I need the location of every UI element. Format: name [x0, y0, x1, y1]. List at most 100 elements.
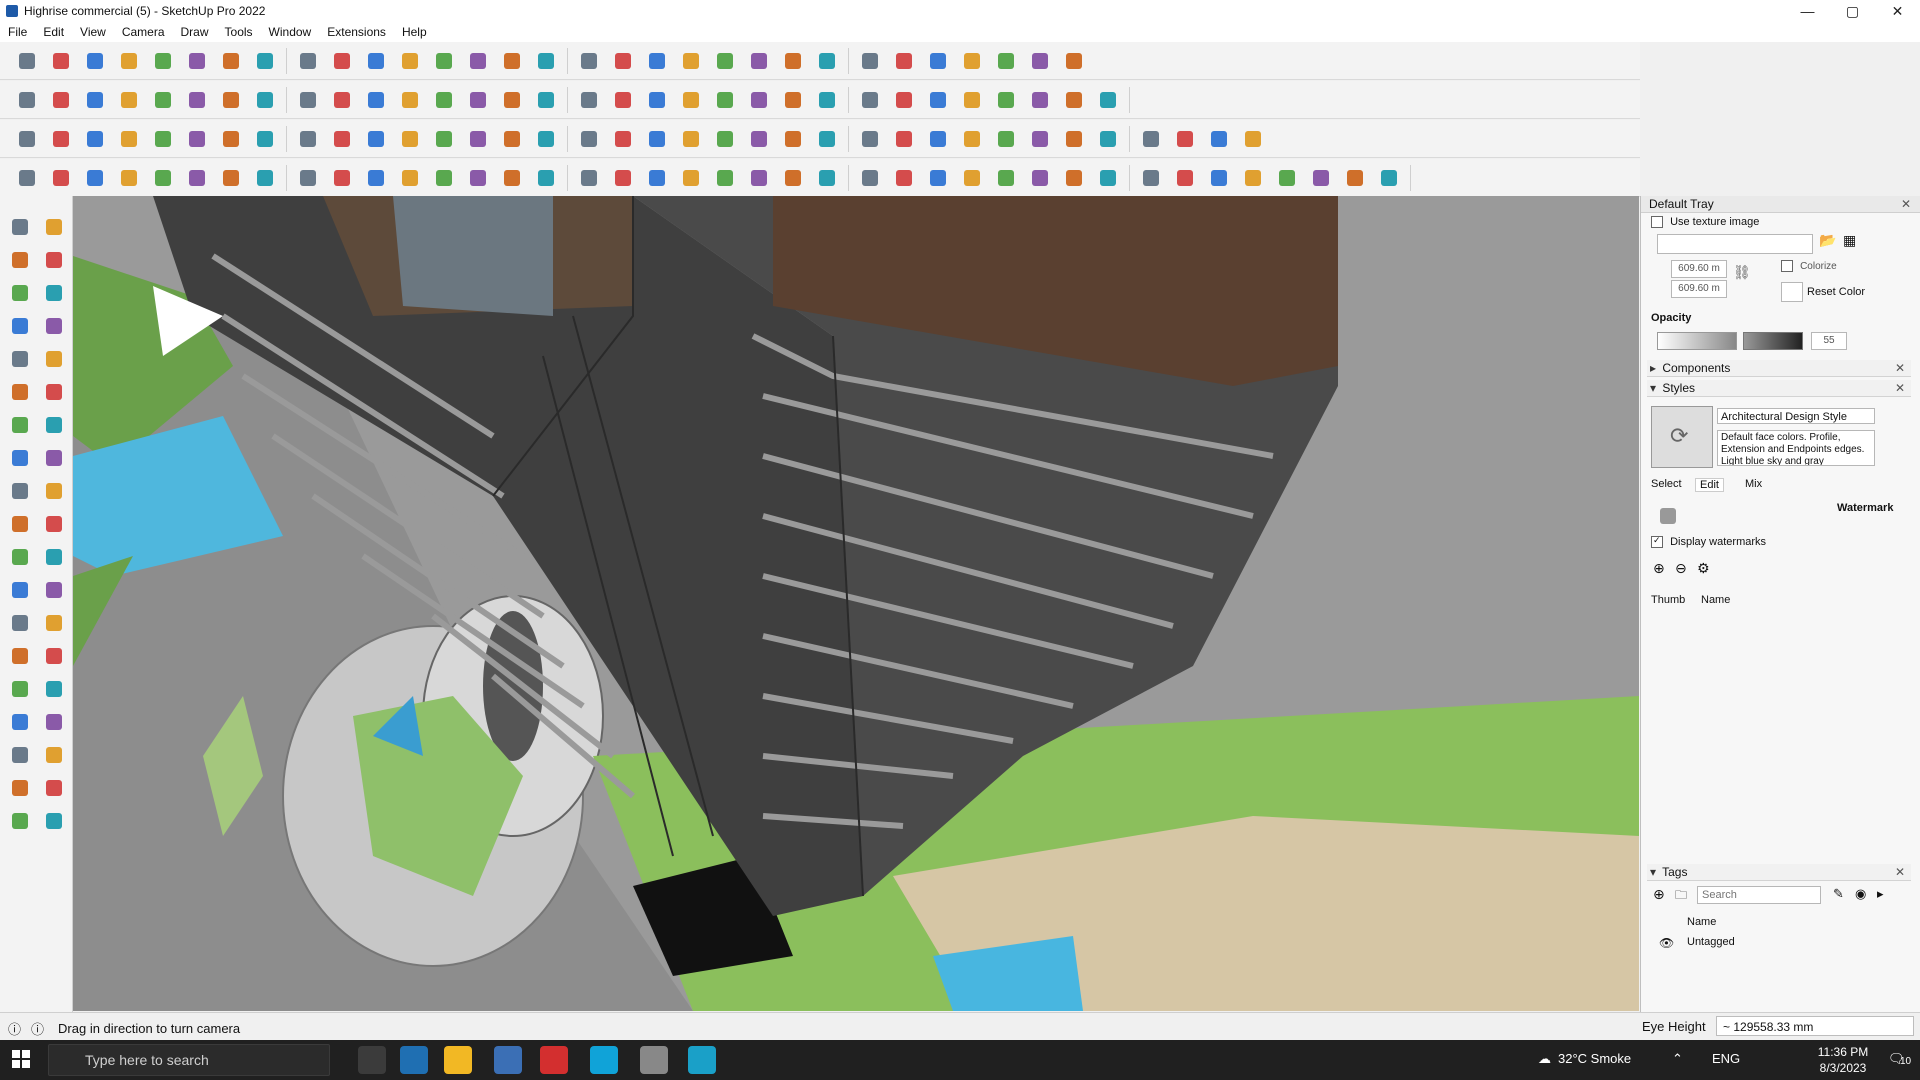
tab-mix[interactable]: Mix — [1745, 478, 1762, 490]
look-around-icon[interactable] — [40, 708, 68, 736]
fold-17-icon[interactable] — [1273, 164, 1301, 192]
fold-19-icon[interactable] — [1341, 164, 1369, 192]
styles-panel-header[interactable]: ▾ Styles ✕ — [1647, 380, 1911, 397]
close-button[interactable]: ✕ — [1875, 0, 1920, 22]
line-1-icon[interactable] — [328, 164, 356, 192]
maximize-button[interactable]: ▢ — [1830, 0, 1875, 22]
house-1-icon[interactable] — [643, 86, 671, 114]
ribs-2-icon[interactable] — [575, 164, 603, 192]
menu-edit[interactable]: Edit — [35, 22, 72, 42]
push-pull-icon[interactable] — [217, 47, 245, 75]
section-plane-icon[interactable] — [464, 47, 492, 75]
texture-sample-icon[interactable]: ▦ — [1843, 232, 1856, 249]
tag-untagged[interactable]: Untagged — [1687, 936, 1735, 948]
follow-me-icon[interactable] — [251, 47, 279, 75]
taskbar-search[interactable]: Type here to search — [48, 1044, 330, 1076]
user-icon[interactable] — [779, 47, 807, 75]
layer-blue2-icon[interactable] — [47, 125, 75, 153]
eye-icon[interactable]: 👁 — [1659, 936, 1674, 950]
eraser-icon[interactable] — [40, 213, 68, 241]
arrow-left-icon[interactable] — [362, 86, 390, 114]
fold-14-icon[interactable] — [1171, 164, 1199, 192]
walk-icon[interactable] — [6, 708, 34, 736]
orange-curve-icon[interactable] — [217, 125, 245, 153]
house-5-icon[interactable] — [779, 86, 807, 114]
opacity-input[interactable]: 55 — [1811, 332, 1847, 350]
iso-view-icon[interactable] — [643, 47, 671, 75]
front-icon[interactable] — [6, 807, 34, 835]
texture-path-field[interactable] — [1657, 234, 1813, 254]
pattern-icon[interactable] — [1060, 125, 1088, 153]
protractor-icon[interactable] — [6, 543, 34, 571]
rotate-icon[interactable] — [40, 444, 68, 472]
fold-20-icon[interactable] — [1375, 164, 1403, 192]
component-icon[interactable] — [813, 47, 841, 75]
fold-icon[interactable] — [711, 164, 739, 192]
orbit-icon[interactable] — [6, 609, 34, 637]
follow-me-icon[interactable] — [40, 411, 68, 439]
position-camera-icon[interactable] — [6, 741, 34, 769]
cube-iso-icon[interactable] — [13, 86, 41, 114]
gear-icon[interactable] — [149, 164, 177, 192]
q-icon[interactable] — [711, 125, 739, 153]
menu-tools[interactable]: Tools — [217, 22, 261, 42]
lasso-icon[interactable] — [149, 47, 177, 75]
weld-icon[interactable] — [81, 164, 109, 192]
app-3-icon[interactable] — [688, 1046, 716, 1074]
net-icon[interactable] — [1137, 125, 1165, 153]
texture-height-field[interactable]: 609.60 m — [1671, 280, 1727, 298]
flip-icon[interactable] — [890, 47, 918, 75]
3d-text-icon[interactable] — [40, 576, 68, 604]
menu-view[interactable]: View — [72, 22, 114, 42]
polygon-icon[interactable] — [40, 345, 68, 373]
torus-icon[interactable] — [217, 164, 245, 192]
display-watermarks-checkbox[interactable] — [1651, 536, 1663, 549]
plane-green-icon[interactable] — [115, 86, 143, 114]
layer-grey-icon[interactable] — [183, 125, 211, 153]
tape-measure-icon[interactable] — [396, 47, 424, 75]
ribs-icon[interactable] — [532, 164, 560, 192]
layout-icon[interactable] — [958, 47, 986, 75]
line-orange-icon[interactable] — [430, 164, 458, 192]
rotated-rect-icon[interactable] — [40, 312, 68, 340]
star-icon[interactable] — [149, 86, 177, 114]
add-tag-icon[interactable]: ⊕ — [1653, 886, 1665, 903]
previous-icon[interactable] — [40, 675, 68, 703]
extrude-icon[interactable] — [294, 164, 322, 192]
windows-start-icon[interactable] — [12, 1050, 30, 1068]
fold-16-icon[interactable] — [1239, 164, 1267, 192]
house-2-icon[interactable] — [677, 86, 705, 114]
arrow-down-icon[interactable] — [464, 86, 492, 114]
pan-icon[interactable] — [40, 609, 68, 637]
folder-icon[interactable]: 📂 — [1819, 232, 1836, 249]
details-icon[interactable]: ▸ — [1877, 886, 1884, 902]
add-folder-icon[interactable]: 🗀 — [1675, 886, 1687, 907]
zoom-extents-icon[interactable] — [609, 47, 637, 75]
arrow-up-icon[interactable] — [430, 86, 458, 114]
pattern-2-icon[interactable] — [1094, 125, 1122, 153]
spline-icon[interactable] — [1239, 125, 1267, 153]
style-description[interactable]: Default face colors. Profile, Extension … — [1717, 430, 1875, 466]
red-square-icon[interactable] — [251, 125, 279, 153]
remove-watermark-icon[interactable]: ⊖ — [1675, 560, 1687, 577]
sun-2-icon[interactable] — [779, 125, 807, 153]
section-icon[interactable] — [40, 741, 68, 769]
warehouse-icon[interactable] — [1060, 47, 1088, 75]
cross-icon[interactable] — [498, 125, 526, 153]
chevron-up-icon[interactable]: ⌃ — [1672, 1051, 1683, 1067]
clock[interactable]: 11:36 PM 8/3/2023 — [1808, 1044, 1878, 1076]
arc-icon[interactable] — [6, 378, 34, 406]
mirror-icon[interactable] — [924, 47, 952, 75]
roof-icon[interactable] — [813, 86, 841, 114]
tile-icon[interactable] — [924, 86, 952, 114]
weather-text[interactable]: 32°C Smoke — [1558, 1051, 1631, 1066]
fredo-icon[interactable] — [1026, 86, 1054, 114]
front-view-icon[interactable] — [711, 47, 739, 75]
arc-icon[interactable] — [294, 86, 322, 114]
sketchup-taskbar-icon[interactable] — [494, 1046, 522, 1074]
line-red-icon[interactable] — [396, 164, 424, 192]
cone-icon[interactable] — [609, 125, 637, 153]
box-icon[interactable] — [856, 125, 884, 153]
polyline-icon[interactable] — [47, 164, 75, 192]
rotate-3d-icon[interactable] — [183, 164, 211, 192]
